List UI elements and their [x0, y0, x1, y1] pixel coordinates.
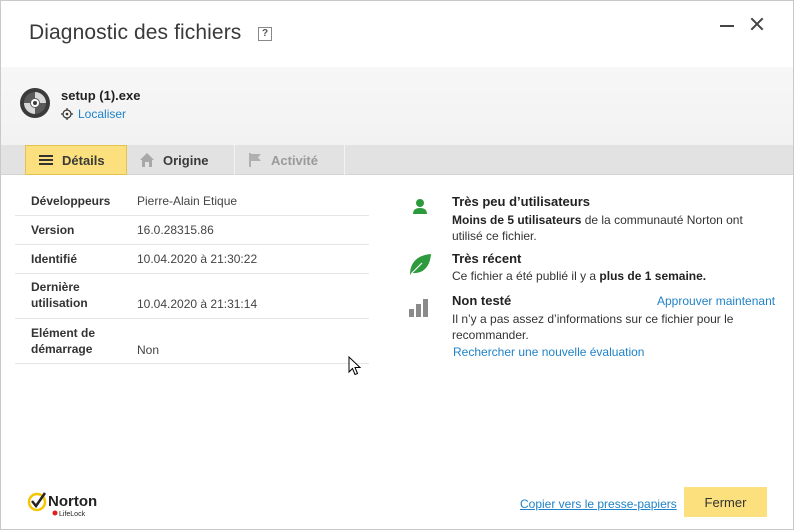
- window-title: Diagnostic des fichiers: [29, 21, 242, 44]
- signal-bars-icon: [409, 299, 428, 317]
- disc-icon: [20, 88, 50, 118]
- row-key: Développeurs: [31, 194, 111, 208]
- insight-text: Il n’y a pas assez d’informations sur ce…: [452, 312, 734, 342]
- row-key-line: Elément de: [31, 326, 96, 340]
- row-value: 10.04.2020 à 21:31:14: [137, 297, 258, 311]
- row-key: Version: [31, 223, 75, 237]
- minimize-button[interactable]: [717, 15, 737, 35]
- row-key-line: Dernière: [31, 280, 80, 294]
- title-bar: Diagnostic des fichiers ?: [1, 1, 793, 67]
- file-header: setup (1).exe Localiser: [1, 67, 793, 145]
- mouse-cursor-icon: [348, 356, 362, 376]
- insight-title: Très peu d’utilisateurs: [452, 194, 590, 209]
- details-table: Développeurs Pierre-Alain Etique Version…: [15, 187, 369, 364]
- row-value: 16.0.28315.86: [137, 223, 214, 237]
- logo-subtext: LifeLock: [59, 511, 86, 518]
- flag-icon: [249, 153, 261, 167]
- insight-recent: Très récent Ce fichier a été publié il y…: [407, 251, 781, 291]
- list-icon: [39, 155, 53, 165]
- file-name: setup (1).exe: [61, 88, 141, 103]
- row-key-line: utilisation: [31, 296, 88, 310]
- approve-now-link[interactable]: Approuver maintenant: [657, 294, 775, 308]
- insight-title: Non testé: [452, 293, 512, 308]
- table-row: Développeurs Pierre-Alain Etique: [15, 187, 369, 216]
- insight-tested: Non testé Approuver maintenant Il n’y a …: [407, 293, 781, 363]
- tab-activity-label: Activité: [271, 152, 318, 168]
- row-key: Identifié: [31, 252, 78, 266]
- home-icon: [140, 153, 154, 167]
- insight-text: Ce fichier a été publié il y a plus de 1…: [452, 268, 752, 284]
- tab-origin[interactable]: Origine: [127, 145, 235, 175]
- insight-title: Très récent: [452, 251, 522, 266]
- tab-origin-label: Origine: [163, 152, 209, 168]
- row-key-line: démarrage: [31, 342, 93, 356]
- row-key: Elément de démarrage: [15, 325, 137, 357]
- tab-bar: Détails Origine Activité: [1, 145, 793, 175]
- tab-activity[interactable]: Activité: [235, 145, 345, 175]
- file-insight-window: Diagnostic des fichiers ? setup (1).exe …: [0, 0, 794, 530]
- search-evaluation-link[interactable]: Rechercher une nouvelle évaluation: [453, 345, 644, 359]
- row-value: Non: [137, 343, 160, 357]
- close-window-button[interactable]: [747, 14, 767, 34]
- user-icon: [413, 199, 427, 214]
- insight-text-bold: Moins de 5 utilisateurs: [452, 213, 582, 227]
- norton-logo: Norton LifeLock: [27, 492, 97, 518]
- insight-users: Très peu d’utilisateurs Moins de 5 utili…: [407, 194, 781, 249]
- insight-text-start: Ce fichier a été publié il y a: [452, 269, 600, 283]
- locate-label: Localiser: [78, 107, 127, 121]
- table-row: Elément de démarrage Non: [15, 319, 369, 364]
- leaf-icon: [410, 254, 431, 275]
- row-value: Pierre-Alain Etique: [137, 194, 238, 208]
- crosshair-icon: [61, 108, 73, 120]
- insight-text-bold: plus de 1 semaine.: [599, 269, 707, 283]
- help-icon[interactable]: ?: [258, 27, 272, 41]
- logo-text: Norton: [48, 493, 97, 510]
- copy-clipboard-link[interactable]: Copier vers le presse-papiers: [520, 497, 677, 511]
- tab-details[interactable]: Détails: [25, 145, 127, 175]
- table-row: Identifié 10.04.2020 à 21:30:22: [15, 245, 369, 274]
- table-row: Version 16.0.28315.86: [15, 216, 369, 245]
- tab-details-label: Détails: [62, 152, 105, 168]
- insight-text: Moins de 5 utilisateurs de la communauté…: [452, 212, 752, 244]
- locate-link[interactable]: Localiser: [61, 107, 126, 121]
- row-value: 10.04.2020 à 21:30:22: [137, 252, 258, 266]
- table-row: Dernière utilisation 10.04.2020 à 21:31:…: [15, 274, 369, 319]
- close-button[interactable]: Fermer: [684, 487, 767, 517]
- row-key: Dernière utilisation: [15, 279, 137, 311]
